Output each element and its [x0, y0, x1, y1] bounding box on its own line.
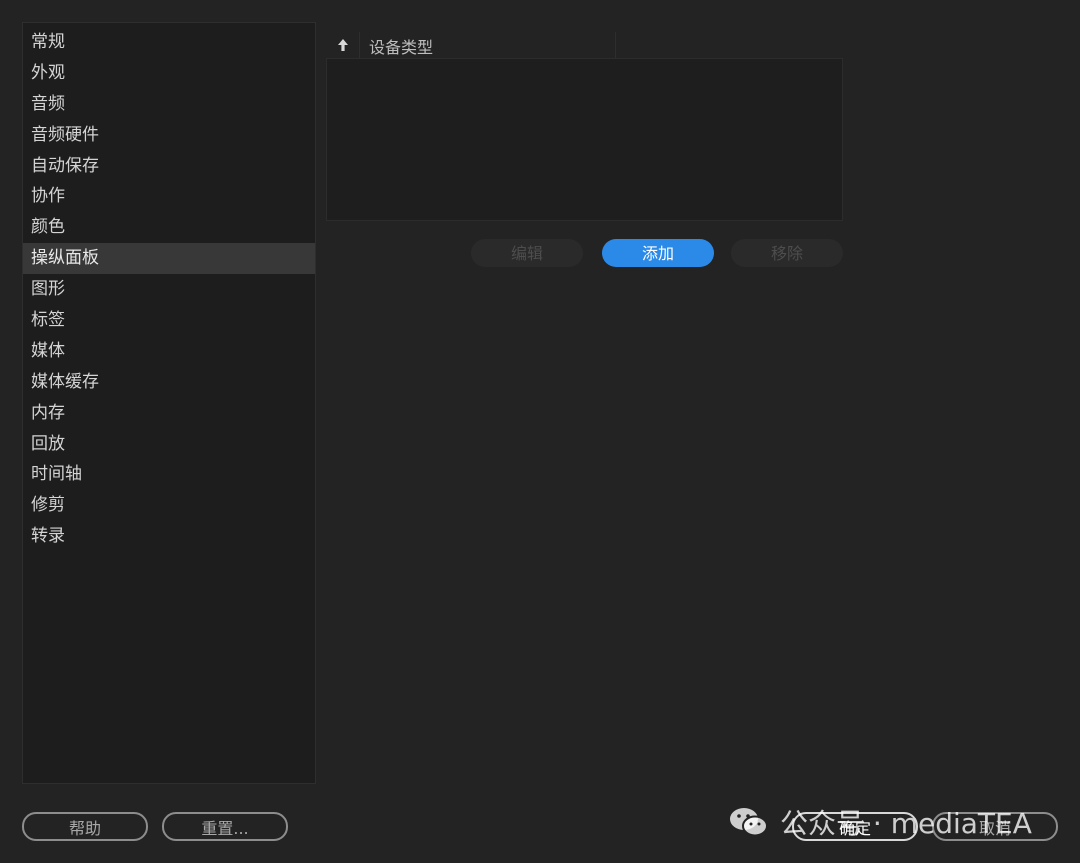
preferences-dialog: 常规 外观 音频 音频硬件 自动保存 协作 颜色 操纵面板 图形 标签 媒体 媒…	[0, 0, 1080, 863]
sidebar-item-timeline[interactable]: 时间轴	[23, 459, 315, 490]
ok-button[interactable]: 确定	[792, 812, 918, 841]
add-button[interactable]: 添加	[602, 239, 714, 267]
sidebar-item-color[interactable]: 颜色	[23, 212, 315, 243]
sidebar-item-control-surface[interactable]: 操纵面板	[23, 243, 315, 275]
device-table-header: 设备类型	[326, 30, 616, 58]
preferences-sidebar: 常规 外观 音频 音频硬件 自动保存 协作 颜色 操纵面板 图形 标签 媒体 媒…	[22, 22, 316, 784]
edit-button[interactable]: 编辑	[471, 239, 583, 267]
sidebar-item-media[interactable]: 媒体	[23, 336, 315, 367]
sidebar-item-labels[interactable]: 标签	[23, 305, 315, 336]
sidebar-item-auto-save[interactable]: 自动保存	[23, 151, 315, 182]
sidebar-item-media-cache[interactable]: 媒体缓存	[23, 367, 315, 398]
remove-button[interactable]: 移除	[731, 239, 843, 267]
cancel-button[interactable]: 取消	[932, 812, 1058, 841]
sidebar-item-trim[interactable]: 修剪	[23, 490, 315, 521]
sidebar-item-general[interactable]: 常规	[23, 27, 315, 58]
sidebar-list: 常规 外观 音频 音频硬件 自动保存 协作 颜色 操纵面板 图形 标签 媒体 媒…	[23, 23, 315, 552]
sidebar-item-appearance[interactable]: 外观	[23, 58, 315, 89]
sidebar-item-memory[interactable]: 内存	[23, 398, 315, 429]
sidebar-item-audio-hardware[interactable]: 音频硬件	[23, 120, 315, 151]
sidebar-item-audio[interactable]: 音频	[23, 89, 315, 120]
arrow-up-icon[interactable]	[326, 32, 360, 58]
help-button[interactable]: 帮助	[22, 812, 148, 841]
sidebar-item-graphics[interactable]: 图形	[23, 274, 315, 305]
column-header-device-type[interactable]: 设备类型	[360, 32, 616, 58]
sidebar-item-playback[interactable]: 回放	[23, 429, 315, 460]
reset-button[interactable]: 重置...	[162, 812, 288, 841]
device-table-body[interactable]	[326, 58, 843, 221]
wechat-icon	[730, 808, 768, 837]
sidebar-item-collaboration[interactable]: 协作	[23, 181, 315, 212]
sidebar-item-transcription[interactable]: 转录	[23, 521, 315, 552]
